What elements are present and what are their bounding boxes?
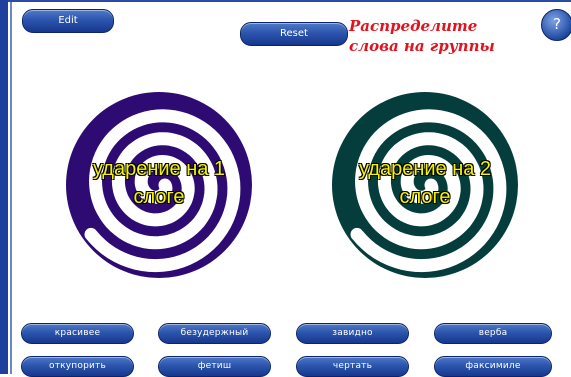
group-target-stress-1[interactable]: ударение на 1 слоге bbox=[64, 90, 254, 280]
window-frame-left bbox=[0, 0, 8, 374]
edit-button[interactable]: Edit bbox=[22, 9, 114, 33]
word-chip[interactable]: верба bbox=[434, 323, 552, 344]
word-chip[interactable]: безудержный bbox=[158, 323, 271, 344]
word-chip[interactable]: завидно bbox=[296, 323, 409, 344]
group-target-stress-2[interactable]: ударение на 2 слоге bbox=[330, 90, 520, 280]
group-label-line-2: слоге bbox=[399, 186, 451, 208]
window-frame-inner-line bbox=[10, 0, 12, 374]
group-label-line-1: ударение на 1 bbox=[92, 158, 226, 180]
word-chip[interactable]: красивее bbox=[21, 323, 134, 344]
reset-button[interactable]: Reset bbox=[240, 22, 348, 46]
help-button[interactable]: ? bbox=[541, 9, 571, 41]
instruction-line-2: слова на группы bbox=[349, 37, 495, 55]
group-label-line-1: ударение на 2 bbox=[358, 158, 492, 180]
instruction-line-1: Распределите bbox=[349, 17, 478, 35]
instruction-title: Распределите слова на группы bbox=[349, 16, 539, 56]
question-icon: ? bbox=[553, 15, 561, 33]
group-label-line-2: слоге bbox=[133, 186, 185, 208]
window-frame-top bbox=[8, 0, 571, 2]
